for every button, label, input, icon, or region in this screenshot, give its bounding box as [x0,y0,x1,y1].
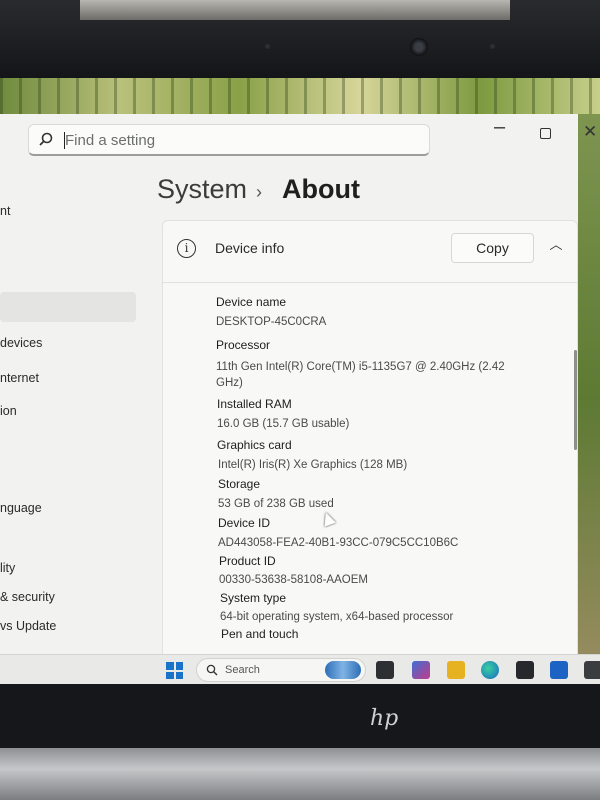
info-icon: i [177,239,196,258]
spec-value-continued: GHz) [216,377,243,389]
spec-label: Product ID [219,554,276,568]
sidebar-item-accounts[interactable]: nt [0,204,10,218]
outlook-icon[interactable] [550,661,568,679]
search-icon [206,664,218,676]
task-view-icon[interactable] [376,661,394,679]
spec-label: Graphics card [217,438,292,452]
page-title: About [282,174,360,204]
sidebar-item-windows-update[interactable]: vs Update [0,619,56,633]
breadcrumb-parent[interactable]: System [157,174,247,205]
spec-value: DESKTOP-45C0CRA [216,316,327,328]
scrollbar[interactable] [574,350,577,450]
minimize-button[interactable]: – [494,116,505,139]
sidebar-item-time-language[interactable]: nguage [0,501,42,515]
sidebar-item-devices[interactable]: devices [0,336,42,350]
device-info-header[interactable]: i Device info Copy ︿ [163,221,577,283]
search-highlight-icon [325,661,361,679]
spec-label: Installed RAM [217,397,292,411]
spec-value: 53 GB of 238 GB used [218,498,334,510]
spec-value: 16.0 GB (15.7 GB usable) [217,418,350,430]
maximize-button[interactable] [540,128,551,139]
background-wall [80,0,510,20]
taskbar-search[interactable]: Search [196,658,366,682]
laptop-hinge [0,748,600,800]
search-input[interactable]: Find a setting [28,124,430,156]
taskbar-search-label: Search [225,664,260,676]
breadcrumb-separator: › [256,182,262,202]
laptop-bezel-bottom: hp [0,684,600,748]
sidebar-item-privacy-security[interactable]: & security [0,590,55,604]
file-explorer-icon[interactable] [447,661,465,679]
chevron-up-icon[interactable]: ︿ [546,235,566,255]
taskbar: Search [0,654,600,684]
spec-value: 00330-53638-58108-AAOEM [219,574,368,586]
webcam [410,38,428,56]
app-icon[interactable] [516,661,534,679]
spec-label: Processor [216,338,271,352]
device-info-card: i Device info Copy ︿ Device name DESKTOP… [162,220,578,660]
search-placeholder: Find a setting [65,132,156,149]
edge-browser-icon[interactable] [481,661,499,679]
spec-label: System type [220,591,287,605]
close-button[interactable]: ✕ [583,122,597,142]
sidebar-selected-item[interactable] [0,292,136,322]
sensor-dot [490,44,495,49]
screen: Find a setting – ✕ nt devices nternet io… [0,78,600,684]
search-icon [39,132,53,146]
hp-logo: hp [370,706,399,731]
app-icon[interactable] [584,661,600,679]
spec-value: 11th Gen Intel(R) Core(TM) i5-1135G7 @ 2… [216,361,505,373]
spec-label: Device name [216,295,287,309]
sidebar-item-personalization[interactable]: ion [0,404,17,418]
device-info-title: Device info [215,240,285,256]
spec-label: Storage [218,477,261,491]
desktop-wallpaper [0,78,600,114]
store-app-icon[interactable] [412,661,430,679]
settings-window: Find a setting – ✕ nt devices nternet io… [0,114,597,660]
sidebar-item-network-internet[interactable]: nternet [0,371,39,385]
spec-value: 64-bit operating system, x64-based proce… [220,611,454,623]
spec-label: Device ID [218,516,271,530]
spec-label: Pen and touch [221,627,299,641]
spec-value: Intel(R) Iris(R) Xe Graphics (128 MB) [218,459,408,471]
spec-value: AD443058-FEA2-40B1-93CC-079C5CC10B6C [218,537,459,549]
sidebar-item-accessibility[interactable]: lity [0,561,15,575]
desktop-wallpaper-edge [576,114,600,684]
copy-button[interactable]: Copy [451,233,534,263]
sensor-dot [265,44,270,49]
windows-start-icon[interactable] [166,662,183,679]
